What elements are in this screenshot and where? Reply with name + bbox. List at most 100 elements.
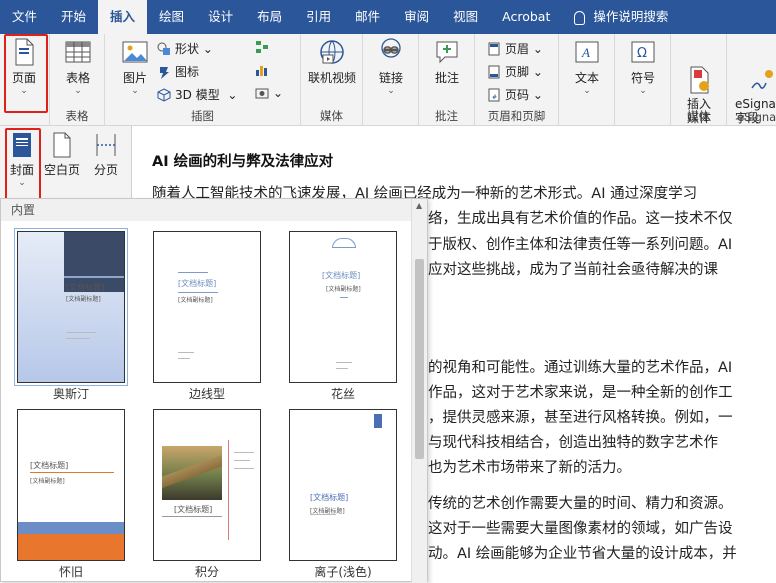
comment-icon (434, 38, 460, 66)
3d-model-button[interactable]: 3D 模型 ⌄ (157, 86, 237, 103)
paragraph-line: 的视角和可能性。通过训练大量的艺术作品，AI (428, 360, 733, 376)
table-button[interactable]: 表格 ⌄ (58, 38, 98, 96)
gallery-section-header: 内置 (1, 199, 411, 221)
page-break-button[interactable]: 分页 (86, 132, 126, 178)
tab-home[interactable]: 开始 (49, 0, 98, 34)
shapes-button[interactable]: 形状 ⌄ (157, 40, 213, 57)
icons-button[interactable]: 图标 (157, 63, 199, 80)
footer-button[interactable]: 页脚 ⌄ (487, 63, 543, 80)
footer-icon (488, 65, 500, 78)
icons-icon (160, 66, 169, 79)
tab-layout[interactable]: 布局 (245, 0, 294, 34)
svg-text:Ω: Ω (637, 46, 647, 61)
link-button[interactable]: 链接 ⌄ (371, 38, 411, 96)
chevron-down-icon: ⌄ (387, 86, 395, 96)
tab-view[interactable]: 视图 (441, 0, 490, 34)
cover-label-retrospect: 怀旧 (58, 565, 83, 579)
smartart-button[interactable] (255, 40, 273, 54)
header-button[interactable]: 页眉 ⌄ (487, 40, 543, 57)
paragraph-line: 动。AI 绘画能够为企业节省大量的设计成本，并 (428, 546, 737, 562)
text-group: A 文本 ⌄ (559, 34, 615, 126)
scroll-up-icon[interactable]: ▲ (416, 201, 422, 210)
retrospect-orange-band (18, 534, 124, 560)
cover-label-integral: 积分 (194, 565, 219, 579)
links-group: 链接 ⌄ (363, 34, 419, 126)
cube-icon (157, 87, 171, 102)
cover-thumb-austin[interactable]: [文档标题] [文档副标题] (14, 228, 128, 386)
picture-button[interactable]: 图片 ⌄ (117, 38, 153, 96)
chart-icon (256, 66, 267, 76)
online-video-button[interactable]: 联机视频 (304, 38, 360, 86)
cover-thumb-sideline[interactable]: [文档标题] [文档副标题] (153, 231, 261, 383)
page-number-icon: # (488, 88, 500, 101)
insert-ribbon: 页面 ⌄ 表格 ⌄ 表格 图片 ⌄ 形状 ⌄ 图标 3D 模型 ⌄ ⌄ 插图 联… (0, 34, 776, 126)
svg-text:A: A (581, 45, 590, 60)
omega-icon: Ω (630, 38, 656, 66)
tab-review[interactable]: 审阅 (392, 0, 441, 34)
gallery-scrollbar[interactable]: ▲ (411, 199, 427, 583)
header-footer-group: 页眉 ⌄ 页脚 ⌄ # 页码 ⌄ 页眉和页脚 (475, 34, 559, 126)
comment-button[interactable]: 批注 (427, 38, 467, 86)
tab-design[interactable]: 设计 (196, 0, 245, 34)
paragraph-line: 传统的艺术创作需要大量的时间、精力和资源。 (428, 496, 733, 512)
cover-thumb-ion-light[interactable]: [文档标题] [文档副标题] (289, 409, 397, 561)
tab-mailings[interactable]: 邮件 (343, 0, 392, 34)
document-title: AI 绘画的利与弊及法律应对 (152, 154, 334, 170)
comments-group: 批注 批注 (419, 34, 475, 126)
chevron-down-icon: ⌄ (131, 86, 139, 96)
chevron-down-icon: ⌄ (74, 86, 82, 96)
picture-icon (122, 38, 148, 66)
shapes-icon (157, 42, 170, 55)
cover-thumb-filigree[interactable]: [文档标题] [文档副标题] (289, 231, 397, 383)
screenshot-button[interactable]: ⌄ (255, 86, 283, 100)
tab-file[interactable]: 文件 (0, 0, 49, 34)
tab-acrobat[interactable]: Acrobat (490, 0, 562, 34)
tab-insert[interactable]: 插入 (98, 0, 148, 34)
blank-page-icon (51, 132, 73, 158)
chevron-down-icon: ⌄ (583, 86, 591, 96)
screenshot-icon (255, 88, 269, 99)
smartart-icon (256, 41, 268, 53)
esign-group: eSigna 字段 eSigna (727, 34, 776, 126)
lightbulb-icon (574, 10, 586, 25)
symbols-group: Ω 符号 ⌄ (615, 34, 671, 126)
paragraph-line: 也为艺术市场带来了新的活力。 (428, 460, 631, 476)
cover-thumb-retrospect[interactable]: [文档标题] [文档副标题] (17, 409, 125, 561)
page-break-icon (93, 132, 119, 158)
paragraph-line: 这对于一些需要大量图像素材的领域，如广告设 (428, 521, 733, 537)
cover-gallery: 内置 ▲ [文档标题] [文档副标题] 奥斯汀 [文档标题] [文档副标题] 边… (0, 198, 428, 583)
tell-me-search[interactable]: 操作说明搜索 (562, 0, 680, 34)
header-icon (488, 42, 500, 55)
paragraph-line: ，提供灵感来源，甚至进行风格转换。例如，一 (428, 410, 733, 426)
chart-button[interactable] (255, 63, 273, 77)
paragraph-line: 应对这些挑战，成为了当前社会亟待解决的课 (428, 262, 718, 278)
paragraph-line: 作品，这对于艺术家来说，是一种全新的创作工 (428, 385, 733, 401)
cover-label-sideline: 边线型 (188, 387, 225, 401)
table-group: 表格 ⌄ 表格 (50, 34, 105, 126)
blank-page-button[interactable]: 空白页 (40, 132, 84, 178)
tab-draw[interactable]: 绘图 (147, 0, 196, 34)
filigree-ornament-icon (332, 238, 356, 248)
tab-references[interactable]: 引用 (294, 0, 343, 34)
esign-icon (749, 52, 775, 89)
media-file-icon (686, 52, 712, 94)
symbol-button[interactable]: Ω 符号 ⌄ (623, 38, 663, 96)
video-icon (319, 38, 345, 66)
ribbon-tab-bar: 文件 开始 插入 绘图 设计 布局 引用 邮件 审阅 视图 Acrobat 操作… (0, 0, 776, 34)
table-icon (65, 38, 91, 66)
highlight-pages (4, 34, 48, 113)
paragraph-line: 络，生成出具有艺术价值的作品。这一技术不仅 (428, 211, 733, 227)
filigree-divider-icon (340, 294, 348, 298)
highlight-cover (5, 128, 41, 206)
page-number-button[interactable]: # 页码 ⌄ (487, 86, 543, 103)
cover-label-filigree: 花丝 (330, 387, 355, 401)
chevron-down-icon: ⌄ (639, 86, 647, 96)
cover-label-ion-light: 离子(浅色) (314, 565, 372, 579)
text-button[interactable]: A 文本 ⌄ (567, 38, 607, 96)
insert-media-group: 插入 媒体 媒体 (671, 34, 727, 126)
scrollbar-thumb[interactable] (415, 259, 424, 459)
ion-page-tab (374, 414, 382, 428)
cover-thumb-integral[interactable]: [文档标题] (153, 409, 261, 561)
link-icon (378, 38, 404, 66)
cover-label-austin: 奥斯汀 (52, 387, 89, 401)
